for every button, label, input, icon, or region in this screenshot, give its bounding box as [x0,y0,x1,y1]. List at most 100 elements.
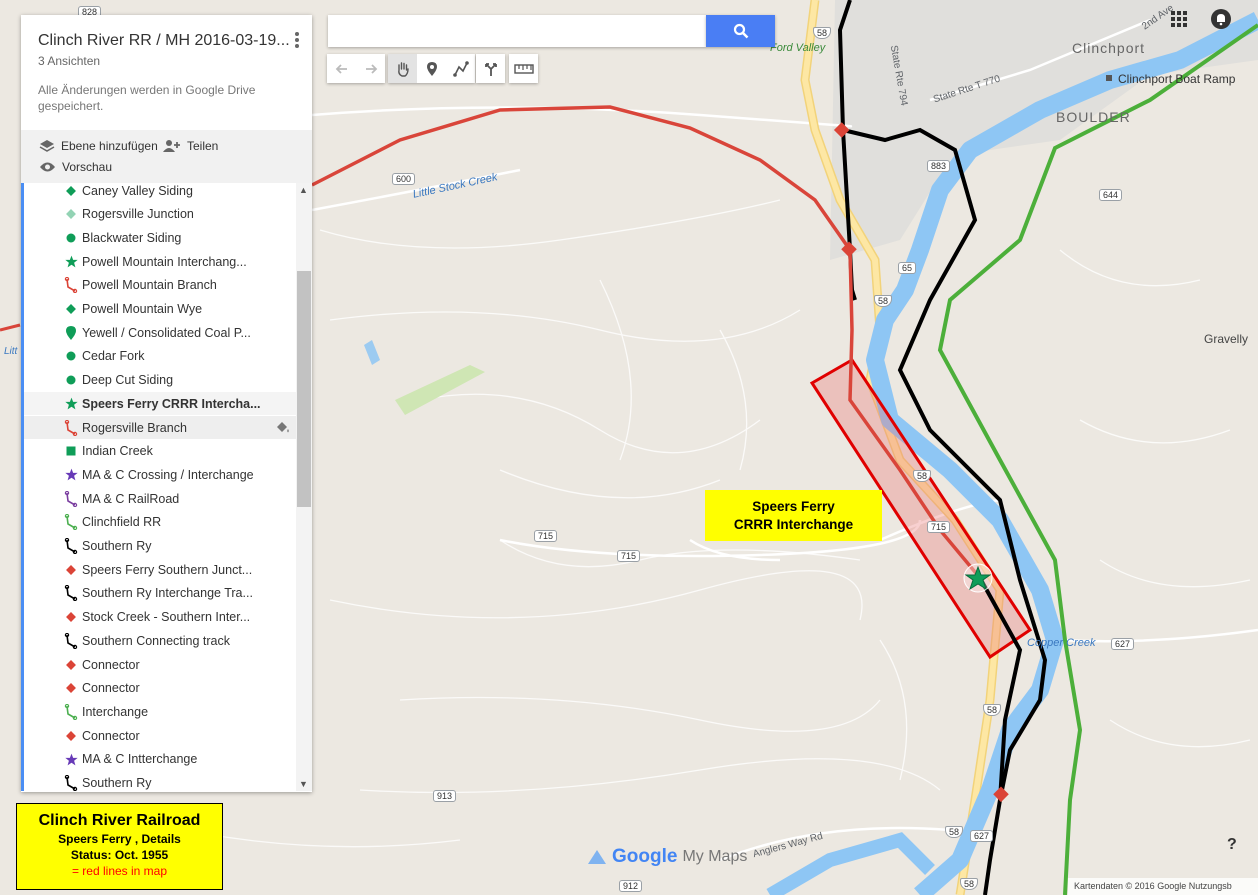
scrollbar-thumb[interactable] [297,271,311,507]
layer-item-label: Connector [82,681,140,696]
draw-line-button[interactable] [446,54,475,83]
undo-button[interactable] [327,54,356,83]
label-ford-valley: Ford Valley [770,42,826,54]
layer-item[interactable]: Southern Ry Interchange Tra... [24,582,296,605]
layer-item[interactable]: MA & C Intterchange [24,748,296,771]
search-icon [733,23,748,39]
help-icon[interactable]: ? [1227,836,1237,854]
add-directions-button[interactable] [476,54,505,83]
circle-icon [64,231,78,245]
label-boulder: BOULDER [1056,109,1131,125]
diamond-icon [64,184,78,198]
layer-item[interactable]: Stock Creek - Southern Inter... [24,606,296,629]
more-options-icon[interactable] [294,31,300,49]
circle-icon [64,373,78,387]
diamond-icon [64,302,78,316]
hwy-shield: 644 [1099,189,1123,201]
layer-item[interactable]: Rogersville Branch [24,416,296,439]
layer-item-label: Speers Ferry CRRR Intercha... [82,396,261,411]
measure-button[interactable] [509,54,538,83]
apps-grid-icon[interactable] [1171,11,1187,27]
map-title[interactable]: Clinch River RR / MH 2016-03-19... [38,32,295,50]
map-layers-panel: Clinch River RR / MH 2016-03-19... 3 Ans… [21,15,312,792]
layer-item-label: Powell Mountain Wye [82,302,203,316]
line-icon [64,538,78,554]
legend-note: = red lines in map [71,864,168,878]
boat-ramp-marker [1106,75,1112,81]
style-paint-icon[interactable] [274,420,290,437]
my-maps-icon [588,850,606,864]
layer-item-label: Interchange [82,704,149,719]
search-input[interactable] [328,15,706,47]
label-copper-creek: Copper Creek [1027,637,1096,649]
layer-item[interactable]: Rogersville Junction [24,203,296,226]
pin-icon [64,325,78,340]
square-icon [64,444,78,458]
layer-item[interactable]: Speers Ferry Southern Junct... [24,558,296,581]
layer-item[interactable]: Powell Mountain Branch [24,274,296,297]
diamond-icon [64,658,78,672]
layer-item-list: Caney Valley Siding Rogersville Junction B… [21,183,296,791]
redo-icon [365,63,377,74]
scroll-down-icon[interactable]: ▼ [299,779,308,789]
line-icon [64,419,78,436]
star-icon [64,752,78,766]
preview-button[interactable]: Vorschau [39,160,112,174]
hwy-shield: 600 [392,173,416,185]
add-layer-button[interactable]: Ebene hinzufügen [39,139,158,153]
layer-item[interactable]: MA & C RailRoad [24,487,296,510]
speers-ferry-callout: Speers Ferry CRRR Interchange [705,490,882,541]
layer-item-label: Southern Connecting track [82,633,231,648]
line-icon [64,514,78,531]
layer-item[interactable]: Clinchfield RR [24,511,296,534]
layer-item[interactable]: Deep Cut Siding [24,369,296,392]
callout-line-1: Speers Ferry [752,499,835,514]
layer-item-label: Clinchfield RR [82,515,162,530]
layer-item[interactable]: MA & C Crossing / Interchange [24,463,296,486]
hwy-shield: 627 [970,830,994,842]
diamond-icon [64,610,78,624]
layer-item[interactable]: Blackwater Siding [24,226,296,249]
layer-item[interactable]: Powell Mountain Interchang... [24,250,296,273]
redo-button[interactable] [356,54,385,83]
layer-item[interactable]: Yewell / Consolidated Coal P... [24,321,296,344]
layer-item-label: Powell Mountain Interchang... [82,254,247,269]
layer-item[interactable]: Southern Ry [24,772,296,791]
layer-item[interactable]: Indian Creek [24,440,296,463]
map-copyright[interactable]: Kartendaten © 2016 Google Nutzungsb [1068,878,1258,895]
layer-item[interactable]: Interchange [24,700,296,723]
directions-icon [484,62,497,76]
hwy-shield: 627 [1111,638,1135,650]
layer-item[interactable]: Powell Mountain Wye [24,298,296,321]
layer-item[interactable]: Connector [24,724,296,747]
views-count: 3 Ansichten [38,54,101,68]
measure-group [509,54,538,83]
scroll-up-icon[interactable]: ▲ [299,185,308,195]
layer-item[interactable]: Southern Ry [24,535,296,558]
hwy-shield: 715 [534,530,558,542]
line-icon [64,585,78,602]
layer-item[interactable]: Connector [24,677,296,700]
pan-tool-button[interactable] [388,54,417,83]
map-tools-group [388,54,475,83]
list-scrollbar[interactable]: ▲ ▼ [296,183,312,791]
line-icon [64,775,78,791]
search-button[interactable] [706,15,775,47]
layer-item[interactable]: Cedar Fork [24,345,296,368]
share-button[interactable]: Teilen [163,139,218,153]
layer-item[interactable]: Speers Ferry CRRR Intercha... [24,392,296,416]
layer-item-label: Caney Valley Siding [82,183,193,198]
legend-title: Clinch River Railroad [38,812,201,829]
draw-line-icon [452,60,469,77]
ruler-icon [513,63,534,74]
map-legend-box: Clinch River Railroad Speers Ferry , Det… [16,803,223,890]
notifications-icon[interactable] [1211,9,1231,29]
add-marker-button[interactable] [417,54,446,83]
layer-item[interactable]: Connector [24,653,296,676]
panel-actions: Ebene hinzufügen Teilen Vorschau [21,130,312,183]
layer-item[interactable]: Caney Valley Siding [24,183,296,202]
layer-item-label: MA & C RailRoad [82,491,180,506]
label-litt: Litt [4,346,18,357]
circle-icon [64,349,78,363]
layer-item[interactable]: Southern Connecting track [24,629,296,652]
